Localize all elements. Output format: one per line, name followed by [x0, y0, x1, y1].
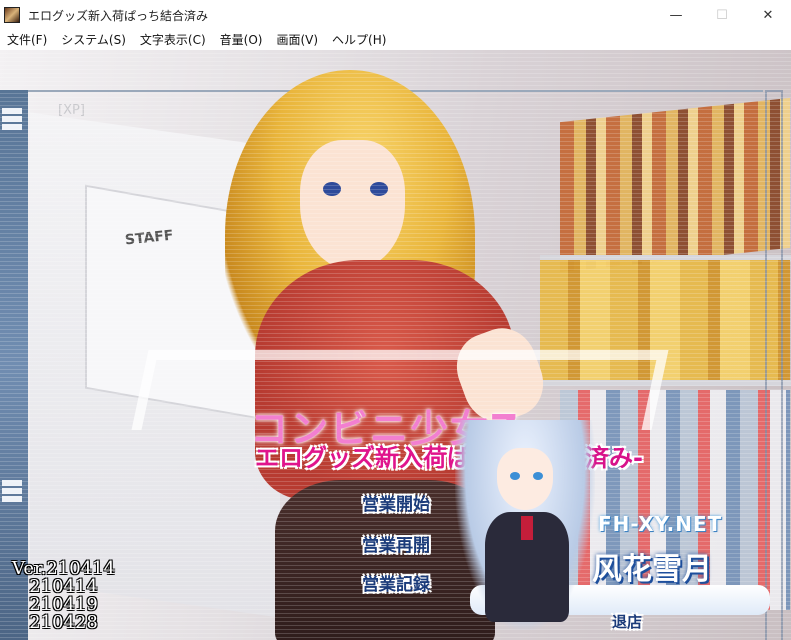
frame-mark: [2, 116, 22, 122]
window-controls: — ☐ ✕: [653, 0, 791, 30]
window-title-bar: エログッズ新入荷ぱっち結合済み — ☐ ✕: [0, 0, 791, 30]
version-line: 210428: [12, 612, 98, 633]
watermark: FH-XY.NET 风花雪月: [440, 420, 780, 640]
store-shelf-top: [560, 97, 790, 273]
resume-game-option[interactable]: 営業再開: [362, 531, 430, 556]
version-info: Ver.210414 210414 210419 210428: [12, 560, 115, 632]
menu-file[interactable]: 文件(F): [0, 30, 54, 50]
app-icon: [4, 7, 20, 23]
start-game-option[interactable]: 営業開始: [362, 490, 430, 515]
xp-label: [XP]: [58, 103, 85, 118]
minimize-button[interactable]: —: [653, 0, 699, 30]
watermark-mascot: [455, 420, 595, 640]
quit-option[interactable]: 退店: [612, 611, 642, 632]
menu-bar: 文件(F) システム(S) 文字表示(C) 音量(O) 画面(V) ヘルプ(H): [0, 30, 791, 50]
mascot-eye: [510, 472, 520, 480]
frame-mark: [2, 496, 22, 502]
watermark-name: 风花雪月: [592, 552, 712, 587]
game-screen[interactable]: STAFF [XP] コンビニ少女Z エログッズ新入荷ぱっち-結合済み- 営業開…: [0, 50, 791, 640]
maximize-button: ☐: [716, 7, 728, 23]
heroine-eye: [370, 182, 388, 196]
frame-mark: [2, 108, 22, 114]
mascot-eye: [533, 472, 543, 480]
menu-volume[interactable]: 音量(O): [213, 30, 270, 50]
heroine-eye: [323, 182, 341, 196]
menu-screen[interactable]: 画面(V): [269, 30, 325, 50]
frame-mark: [2, 124, 22, 130]
heroine-face: [300, 140, 405, 270]
menu-system[interactable]: システム(S): [54, 30, 133, 50]
menu-help[interactable]: ヘルプ(H): [325, 30, 393, 50]
records-option[interactable]: 営業記録: [362, 570, 430, 595]
menu-text-display[interactable]: 文字表示(C): [133, 30, 213, 50]
frame-mark: [2, 480, 22, 486]
watermark-site: FH-XY.NET: [598, 512, 723, 536]
window-title: エログッズ新入荷ぱっち結合済み: [28, 8, 209, 23]
mascot-face: [497, 448, 553, 510]
mascot-ribbon: [521, 516, 533, 540]
close-button[interactable]: ✕: [745, 0, 791, 30]
frame-mark: [2, 488, 22, 494]
